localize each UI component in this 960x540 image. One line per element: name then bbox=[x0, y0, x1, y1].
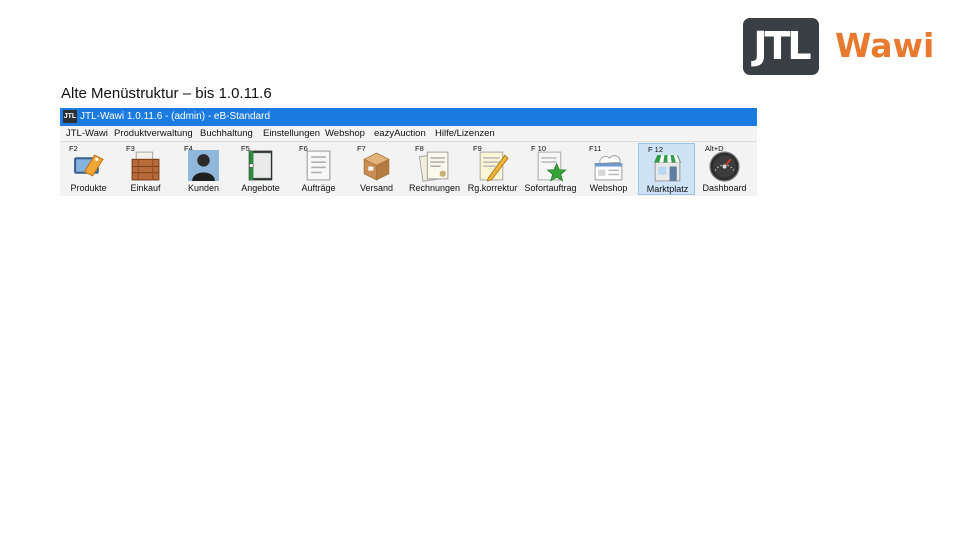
toolbar-label: Dashboard bbox=[702, 183, 747, 193]
toolbar-button-produkte[interactable]: F2 Produkte bbox=[60, 143, 117, 195]
app-icon: JTL bbox=[63, 110, 77, 123]
binder-icon bbox=[248, 150, 273, 181]
window-title: JTL-Wawi 1.0.11.6 - (admin) - eB-Standar… bbox=[80, 111, 271, 122]
person-icon bbox=[188, 150, 219, 181]
app-window: JTL JTL-Wawi 1.0.11.6 - (admin) - eB-Sta… bbox=[60, 108, 757, 196]
toolbar-button-einkauf[interactable]: F3 Einkauf bbox=[117, 143, 174, 195]
web-cloud-icon bbox=[594, 155, 623, 181]
product-tag-icon bbox=[74, 154, 104, 177]
correction-pencil-icon bbox=[479, 151, 509, 182]
menu-produktverwaltung[interactable]: Produktverwaltung bbox=[114, 127, 193, 140]
menu-jtl-wawi[interactable]: JTL-Wawi bbox=[66, 127, 108, 140]
jtl-wawi-logo: JTL Wawi bbox=[743, 18, 935, 75]
package-icon bbox=[363, 152, 390, 181]
toolbar-button-rg-korrektur[interactable]: F9 Rg.korrektur bbox=[464, 143, 521, 195]
invoice-icon bbox=[419, 151, 449, 182]
order-list-icon bbox=[306, 150, 331, 181]
toolbar-button-versand[interactable]: F7 Versand bbox=[348, 143, 405, 195]
crate-icon bbox=[131, 151, 160, 181]
star-document-icon bbox=[537, 151, 567, 182]
logo-word: Wawi bbox=[835, 26, 935, 65]
toolbar-button-marktplatz[interactable]: F 12 Marktplatz bbox=[638, 143, 695, 195]
menu-bar: JTL-Wawi Produktverwaltung Buchhaltung E… bbox=[60, 126, 757, 142]
menu-einstellungen[interactable]: Einstellungen bbox=[263, 127, 320, 140]
toolbar-button-angebote[interactable]: F5 Angebote bbox=[232, 143, 289, 195]
speedometer-icon bbox=[709, 151, 740, 182]
logo-mark: JTL bbox=[743, 18, 819, 75]
toolbar: F2 Produkte F3 Einkauf F4 Kunden F5 Ange… bbox=[60, 142, 757, 196]
storefront-icon bbox=[654, 155, 681, 182]
menu-buchhaltung[interactable]: Buchhaltung bbox=[200, 127, 253, 140]
menu-eazyauction[interactable]: eazyAuction bbox=[374, 127, 426, 140]
toolbar-button-sofortauftrag[interactable]: F 10 Sofortauftrag bbox=[522, 143, 579, 195]
toolbar-button-rechnungen[interactable]: F8 Rechnungen bbox=[406, 143, 463, 195]
menu-hilfe-lizenzen[interactable]: Hilfe/Lizenzen bbox=[435, 127, 495, 140]
menu-webshop[interactable]: Webshop bbox=[325, 127, 365, 140]
toolbar-button-auftraege[interactable]: F6 Aufträge bbox=[290, 143, 347, 195]
slide-caption: Alte Menüstruktur – bis 1.0.11.6 bbox=[61, 85, 272, 102]
toolbar-button-webshop[interactable]: F11 Webshop bbox=[580, 143, 637, 195]
toolbar-button-kunden[interactable]: F4 Kunden bbox=[175, 143, 232, 195]
toolbar-button-dashboard[interactable]: Alt+D Dashboard bbox=[696, 143, 753, 195]
title-bar: JTL JTL-Wawi 1.0.11.6 - (admin) - eB-Sta… bbox=[60, 108, 757, 126]
